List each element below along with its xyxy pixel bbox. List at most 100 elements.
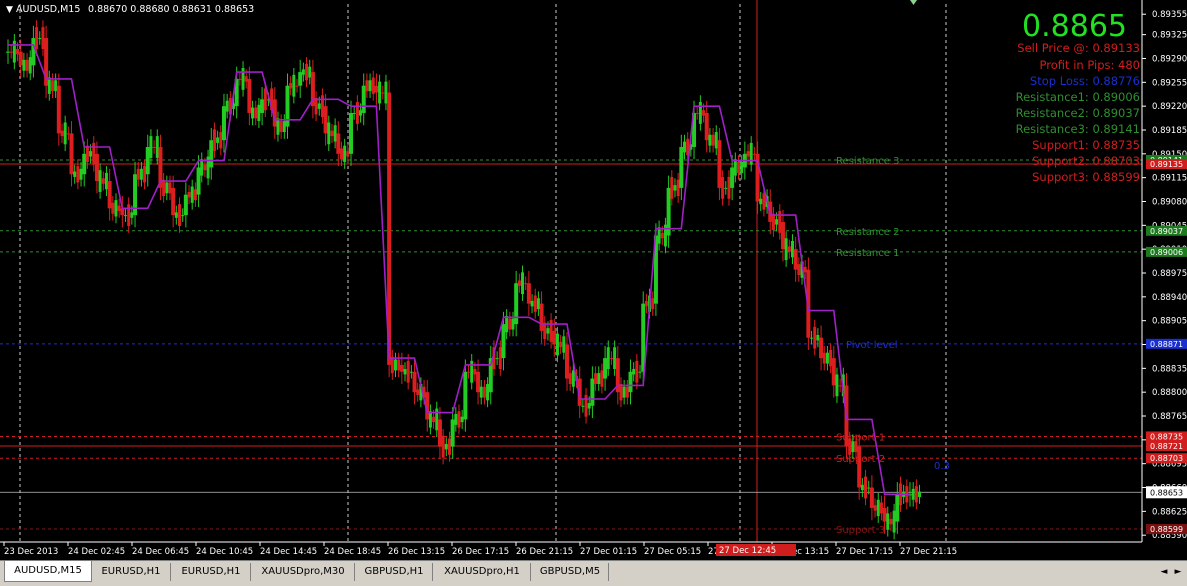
tab-scroll-left-icon[interactable]: ◄ — [1158, 565, 1170, 579]
candle-body — [860, 484, 864, 491]
tab-eurusd-h1-b[interactable]: EURUSD,H1 — [172, 563, 251, 581]
candle-body — [130, 212, 134, 218]
candle-body — [775, 219, 779, 225]
candle-body — [428, 411, 432, 428]
candle-body — [543, 322, 547, 340]
candle-body — [94, 153, 99, 182]
candle-body — [66, 133, 70, 135]
candle-body — [260, 99, 265, 113]
candle-body — [854, 441, 858, 453]
candle-body — [889, 518, 893, 525]
candle-body — [505, 315, 509, 333]
candle-body — [178, 204, 182, 227]
candle-body — [759, 198, 763, 205]
candle-body — [867, 487, 871, 489]
candle-body — [651, 298, 655, 310]
candle-body — [196, 167, 201, 195]
candle-body — [69, 133, 74, 175]
candle-body — [546, 328, 550, 334]
tab-eurusd-h1-a[interactable]: EURUSD,H1 — [92, 563, 171, 581]
candle-body — [399, 364, 404, 372]
candle-body — [295, 85, 299, 87]
candle-body — [746, 151, 750, 157]
candle-body — [857, 446, 862, 488]
level-label: Support 1 — [836, 432, 885, 443]
candle-body — [384, 81, 388, 104]
candle-body — [355, 102, 359, 124]
candle-body — [50, 80, 54, 92]
candle-body — [282, 121, 286, 133]
tab-gbpusd-m5[interactable]: GBPUSD,M5 — [532, 563, 609, 581]
y-tick-label: 0.88625 — [1152, 507, 1187, 517]
candle-body — [730, 167, 735, 188]
candle-body — [120, 208, 125, 216]
candle-body — [911, 488, 915, 500]
candle-body — [406, 360, 410, 383]
candle-body — [594, 373, 598, 385]
candle-body — [638, 371, 642, 373]
candle-body — [305, 63, 309, 81]
candle-body — [822, 352, 826, 364]
y-tick-label: 0.88905 — [1152, 317, 1187, 327]
candle-body — [673, 185, 677, 191]
candle-body — [221, 106, 226, 141]
candle-body — [600, 370, 604, 387]
y-tick-label: 0.88765 — [1152, 412, 1187, 422]
candle-body — [219, 132, 223, 149]
candle-body — [244, 76, 248, 82]
y-tick-label: 0.89220 — [1152, 102, 1187, 112]
y-tick-label: 0.89255 — [1152, 78, 1187, 88]
candle-body — [882, 507, 887, 522]
candle-body — [143, 166, 147, 183]
candle-body — [111, 202, 115, 214]
candle-body — [365, 80, 369, 92]
candle-body — [76, 166, 80, 183]
candle-body — [838, 385, 842, 387]
candle-body — [60, 130, 64, 137]
candle-body — [918, 491, 922, 498]
tab-gbpusd-h1[interactable]: GBPUSD,H1 — [356, 563, 433, 581]
candle-body — [279, 121, 283, 133]
candle-body — [797, 264, 801, 276]
candle-body — [437, 419, 442, 447]
candle-body — [864, 476, 868, 499]
candle-body — [314, 97, 318, 115]
candle-body — [508, 318, 512, 330]
extra-price-tag-text: 0.89135 — [1150, 160, 1183, 169]
candle-body — [590, 378, 595, 406]
candle-body — [238, 78, 242, 80]
candle-body — [603, 358, 608, 379]
candle-body — [873, 505, 877, 511]
candle-body — [85, 145, 89, 162]
candle-body — [879, 502, 883, 514]
candle-body — [564, 344, 569, 379]
candle-body — [98, 170, 102, 192]
candle-body — [412, 371, 417, 393]
candle-body — [333, 125, 337, 142]
candle-body — [676, 179, 680, 197]
tab-audusd-m15[interactable]: AUDUSD,M15 — [4, 561, 92, 582]
candle-body — [447, 438, 451, 455]
price-chart[interactable]: Resistance 3 Resistance 2 Resistance 1 Pivo… — [0, 0, 1187, 560]
tab-xauusdpro-m30[interactable]: XAUUSDpro,M30 — [252, 563, 355, 581]
candle-body — [463, 371, 468, 420]
x-tick-label: 23 Dec 2013 — [4, 547, 58, 557]
candle-body — [368, 80, 372, 92]
y-tick-label: 0.88835 — [1152, 364, 1187, 374]
tab-scroll-right-icon[interactable]: ► — [1172, 565, 1184, 579]
candle-body — [323, 106, 328, 134]
candle-body — [225, 100, 229, 112]
candle-body — [835, 374, 839, 397]
candle-body — [517, 280, 521, 286]
sell-price: Sell Price @: 0.89133 — [1017, 41, 1140, 55]
candle-body — [139, 168, 143, 180]
tab-xauusdpro-h1[interactable]: XAUUSDpro,H1 — [434, 563, 531, 581]
resistance2-info: Resistance2: 0.89037 — [1016, 106, 1140, 120]
candle-body — [714, 132, 718, 149]
candle-body — [441, 435, 445, 458]
level-price-tag-text: 0.89037 — [1150, 227, 1183, 236]
candle-body — [22, 59, 26, 71]
candle-body — [793, 249, 798, 270]
level-label: Pivot level — [846, 340, 898, 351]
chart-symbol-icon[interactable]: ▼ — [6, 5, 13, 15]
